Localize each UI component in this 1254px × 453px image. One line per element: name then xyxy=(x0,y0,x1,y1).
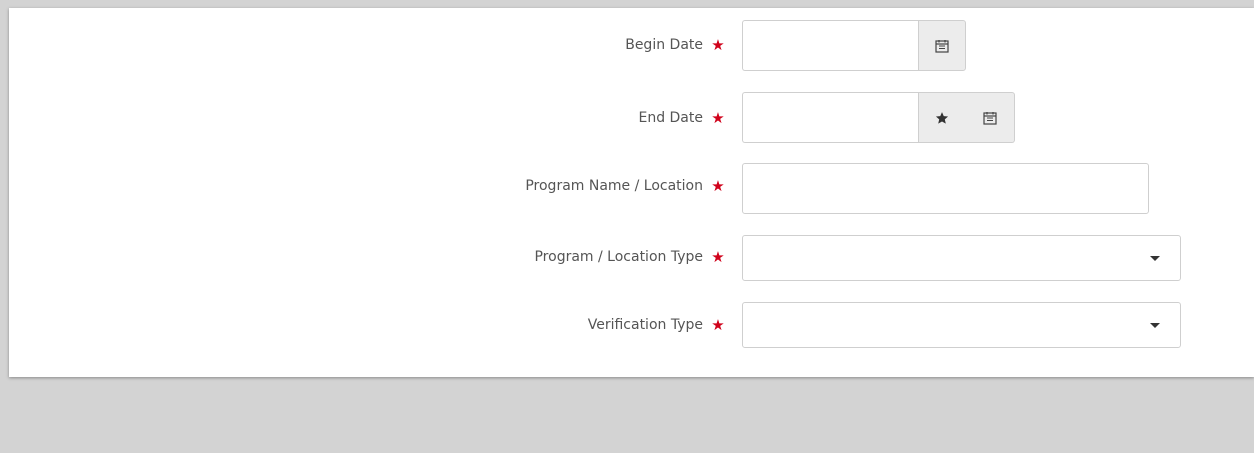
end-date-label: End Date xyxy=(638,106,703,130)
verification-type-required-star-icon: ★ xyxy=(711,316,725,334)
begin-date-label: Begin Date xyxy=(625,33,703,57)
program-location-type-label: Program / Location Type xyxy=(534,245,703,269)
program-name-location-label-text: Program Name / Location xyxy=(525,178,703,194)
end-date-calendar-button[interactable] xyxy=(965,92,1015,143)
chevron-down-icon xyxy=(1150,256,1160,261)
star-icon xyxy=(935,111,949,124)
begin-date-required-star-icon: ★ xyxy=(711,36,725,54)
end-date-label-text: End Date xyxy=(638,110,703,126)
begin-date-input[interactable] xyxy=(742,20,919,71)
verification-type-select[interactable] xyxy=(742,302,1181,348)
begin-date-label-text: Begin Date xyxy=(625,37,703,53)
begin-date-calendar-button[interactable] xyxy=(918,20,966,71)
program-name-location-label: Program Name / Location xyxy=(525,174,703,198)
verification-type-label: Verification Type xyxy=(588,313,703,337)
end-date-input[interactable] xyxy=(742,92,919,143)
program-name-location-required-star-icon: ★ xyxy=(711,177,725,195)
calendar-icon xyxy=(982,111,997,125)
verification-type-label-text: Verification Type xyxy=(587,317,703,333)
form-card: Begin Date ★ End Date ★ Program Name / L… xyxy=(9,8,1254,377)
calendar-icon xyxy=(935,39,949,53)
end-date-required-star-icon: ★ xyxy=(711,109,725,127)
end-date-star-button[interactable] xyxy=(918,92,966,143)
chevron-down-icon xyxy=(1150,323,1160,328)
program-location-type-select[interactable] xyxy=(742,235,1181,281)
program-location-type-required-star-icon: ★ xyxy=(711,248,725,266)
program-name-location-input[interactable] xyxy=(742,163,1149,214)
program-location-type-label-text: Program / Location Type xyxy=(534,249,703,265)
